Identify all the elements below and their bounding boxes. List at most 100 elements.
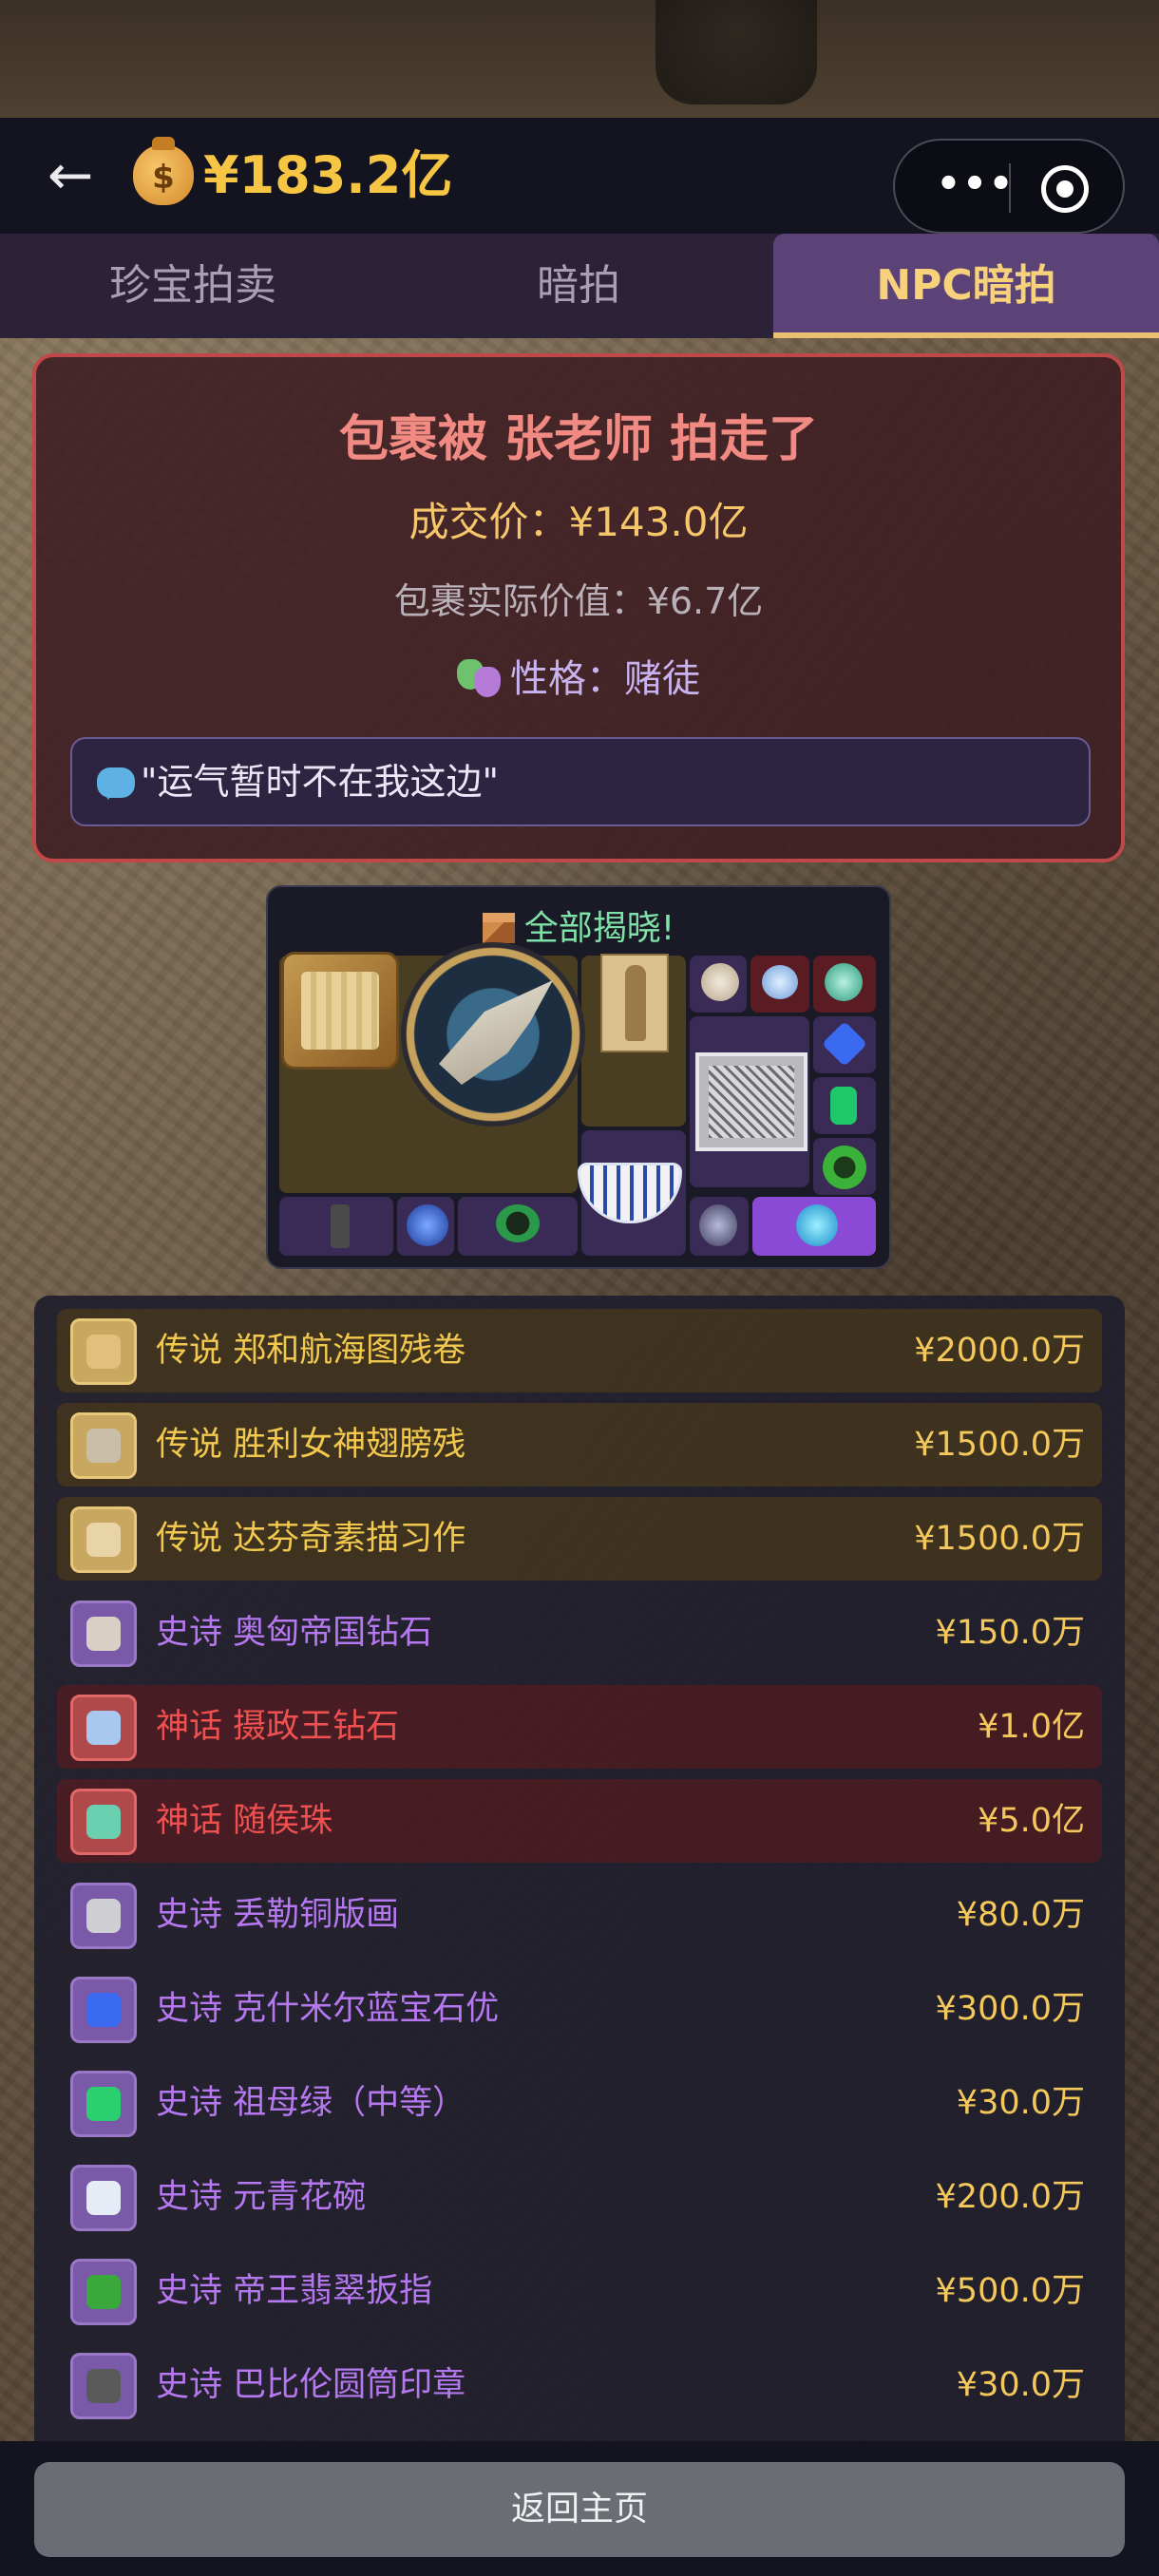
item-value: ¥300.0万 bbox=[935, 1990, 1085, 2028]
list-item[interactable]: 史诗 丢勒铜版画 ¥80.0万 bbox=[57, 1873, 1102, 1957]
speech-bubble-icon bbox=[97, 767, 135, 800]
back-arrow-icon[interactable]: ← bbox=[32, 146, 108, 203]
item-value: ¥5.0亿 bbox=[978, 1802, 1085, 1840]
item-value: ¥1500.0万 bbox=[914, 1426, 1085, 1464]
item-name: 史诗 克什米尔蓝宝石优 bbox=[156, 1990, 500, 2028]
item-icon bbox=[86, 2181, 121, 2215]
item-name: 传说 达芬奇素描习作 bbox=[156, 1520, 466, 1558]
npc-quote-box: "运气暂时不在我这边" bbox=[70, 737, 1091, 826]
package-icon bbox=[482, 913, 515, 943]
item-name: 史诗 元青花碗 bbox=[156, 2178, 367, 2216]
item-icon bbox=[86, 2369, 121, 2403]
marquis-pearl-icon bbox=[825, 963, 863, 1001]
app-header: ← $ ¥183.2亿 ••• bbox=[0, 118, 1159, 234]
item-name: 神话 摄政王钻石 bbox=[156, 1708, 400, 1746]
list-item[interactable]: 神话 随侯珠 ¥5.0亿 bbox=[57, 1779, 1102, 1863]
list-item[interactable]: 史诗 克什米尔蓝宝石优 ¥300.0万 bbox=[57, 1967, 1102, 2051]
reveal-heading: 全部揭晓! bbox=[268, 900, 889, 950]
inkwell-decoration bbox=[656, 0, 817, 104]
theater-masks-icon bbox=[457, 659, 503, 697]
item-thumbnail-icon bbox=[70, 1506, 137, 1573]
item-icon bbox=[86, 1711, 121, 1745]
personality-line: 性格：赌徒 bbox=[36, 648, 1121, 703]
green-ring-icon bbox=[496, 1204, 540, 1242]
item-name: 史诗 帝王翡翠扳指 bbox=[156, 2272, 433, 2310]
item-icon bbox=[86, 1429, 121, 1463]
item-thumbnail-icon bbox=[70, 2165, 137, 2231]
cyan-gem-icon bbox=[796, 1204, 838, 1246]
item-value: ¥1.0亿 bbox=[978, 1708, 1085, 1746]
mini-program-capsule: ••• bbox=[893, 139, 1125, 234]
item-value: ¥150.0万 bbox=[935, 1614, 1085, 1652]
record-icon[interactable] bbox=[1041, 165, 1089, 213]
item-value: ¥2000.0万 bbox=[914, 1332, 1085, 1370]
tab-bar: 珍宝拍卖 暗拍 NPC暗拍 bbox=[0, 234, 1159, 338]
item-icon bbox=[86, 1523, 121, 1557]
item-name: 史诗 丢勒铜版画 bbox=[156, 1896, 400, 1934]
item-thumbnail-icon bbox=[70, 1318, 137, 1385]
npc-quote-text: "运气暂时不在我这边" bbox=[141, 761, 499, 803]
blue-gem-icon bbox=[407, 1204, 448, 1246]
cylinder-seal-icon bbox=[331, 1204, 350, 1248]
crystal-orb-icon bbox=[699, 1204, 737, 1246]
list-item[interactable]: 传说 郑和航海图残卷 ¥2000.0万 bbox=[57, 1309, 1102, 1392]
austro-hungarian-diamond-icon bbox=[701, 963, 739, 1001]
item-icon bbox=[86, 1335, 121, 1369]
list-item[interactable]: 史诗 帝王翡翠扳指 ¥500.0万 bbox=[57, 2249, 1102, 2333]
item-icon bbox=[86, 1805, 121, 1839]
item-icon bbox=[86, 2087, 121, 2121]
actual-value: 包裹实际价值：¥6.7亿 bbox=[393, 580, 764, 622]
jade-thumb-ring-icon bbox=[823, 1146, 866, 1189]
item-icon bbox=[86, 1993, 121, 2027]
money-bag-icon: $ bbox=[133, 137, 194, 205]
list-item[interactable]: 传说 达芬奇素描习作 ¥1500.0万 bbox=[57, 1497, 1102, 1581]
background-scene bbox=[0, 0, 1159, 118]
item-thumbnail-icon bbox=[70, 1883, 137, 1949]
victory-wing-icon bbox=[401, 942, 585, 1127]
item-value: ¥80.0万 bbox=[956, 1896, 1085, 1934]
list-item[interactable]: 神话 摄政王钻石 ¥1.0亿 bbox=[57, 1685, 1102, 1769]
nautical-map-scroll-icon bbox=[281, 952, 399, 1070]
item-thumbnail-icon bbox=[70, 1601, 137, 1667]
deal-price: 成交价：¥143.0亿 bbox=[408, 499, 749, 545]
regent-diamond-icon bbox=[762, 965, 798, 999]
item-value: ¥1500.0万 bbox=[914, 1520, 1085, 1558]
item-thumbnail-icon bbox=[70, 1977, 137, 2043]
tab-treasure-auction[interactable]: 珍宝拍卖 bbox=[0, 234, 386, 338]
list-item[interactable]: 史诗 祖母绿（中等） ¥30.0万 bbox=[57, 2061, 1102, 2145]
item-value: ¥30.0万 bbox=[956, 2366, 1085, 2404]
result-title: 包裹被 张老师 拍走了 bbox=[338, 411, 819, 468]
list-item[interactable]: 史诗 巴比伦圆筒印章 ¥30.0万 bbox=[57, 2343, 1102, 2427]
tab-blind-auction[interactable]: 暗拍 bbox=[386, 234, 771, 338]
item-thumbnail-icon bbox=[70, 1695, 137, 1761]
auction-result-card: 包裹被 张老师 拍走了 成交价：¥143.0亿 包裹实际价值：¥6.7亿 性格：… bbox=[32, 353, 1125, 862]
copper-engraving-icon bbox=[695, 1052, 808, 1151]
item-thumbnail-icon bbox=[70, 2259, 137, 2325]
item-thumbnail-icon bbox=[70, 1412, 137, 1479]
tab-npc-blind-auction[interactable]: NPC暗拍 bbox=[773, 234, 1159, 338]
item-icon bbox=[86, 1617, 121, 1651]
item-value: ¥30.0万 bbox=[956, 2084, 1085, 2122]
return-home-button[interactable]: 返回主页 bbox=[34, 2462, 1125, 2557]
list-item[interactable]: 史诗 元青花碗 ¥200.0万 bbox=[57, 2155, 1102, 2239]
item-thumbnail-icon bbox=[70, 1789, 137, 1855]
list-item[interactable]: 传说 胜利女神翅膀残 ¥1500.0万 bbox=[57, 1403, 1102, 1487]
reveal-title: 全部揭晓! bbox=[523, 909, 675, 948]
item-name: 传说 郑和航海图残卷 bbox=[156, 1332, 466, 1370]
item-icon bbox=[86, 1899, 121, 1933]
item-value: ¥500.0万 bbox=[935, 2272, 1085, 2310]
item-thumbnail-icon bbox=[70, 2353, 137, 2419]
balance-amount: ¥183.2亿 bbox=[203, 145, 453, 205]
item-list: 传说 郑和航海图残卷 ¥2000.0万 传说 胜利女神翅膀残 ¥1500.0万 传说 达… bbox=[34, 1296, 1125, 2441]
list-item[interactable]: 史诗 奥匈帝国钻石 ¥150.0万 bbox=[57, 1591, 1102, 1675]
emerald-icon bbox=[830, 1087, 857, 1125]
item-icon bbox=[86, 2275, 121, 2309]
item-value: ¥200.0万 bbox=[935, 2178, 1085, 2216]
item-thumbnail-icon bbox=[70, 2071, 137, 2137]
da-vinci-sketch-icon bbox=[600, 954, 669, 1052]
item-name: 史诗 奥匈帝国钻石 bbox=[156, 1614, 433, 1652]
capsule-divider bbox=[1009, 163, 1011, 213]
more-options-icon[interactable]: ••• bbox=[923, 165, 1028, 211]
item-name: 史诗 巴比伦圆筒印章 bbox=[156, 2366, 466, 2404]
item-name: 神话 随侯珠 bbox=[156, 1802, 333, 1840]
